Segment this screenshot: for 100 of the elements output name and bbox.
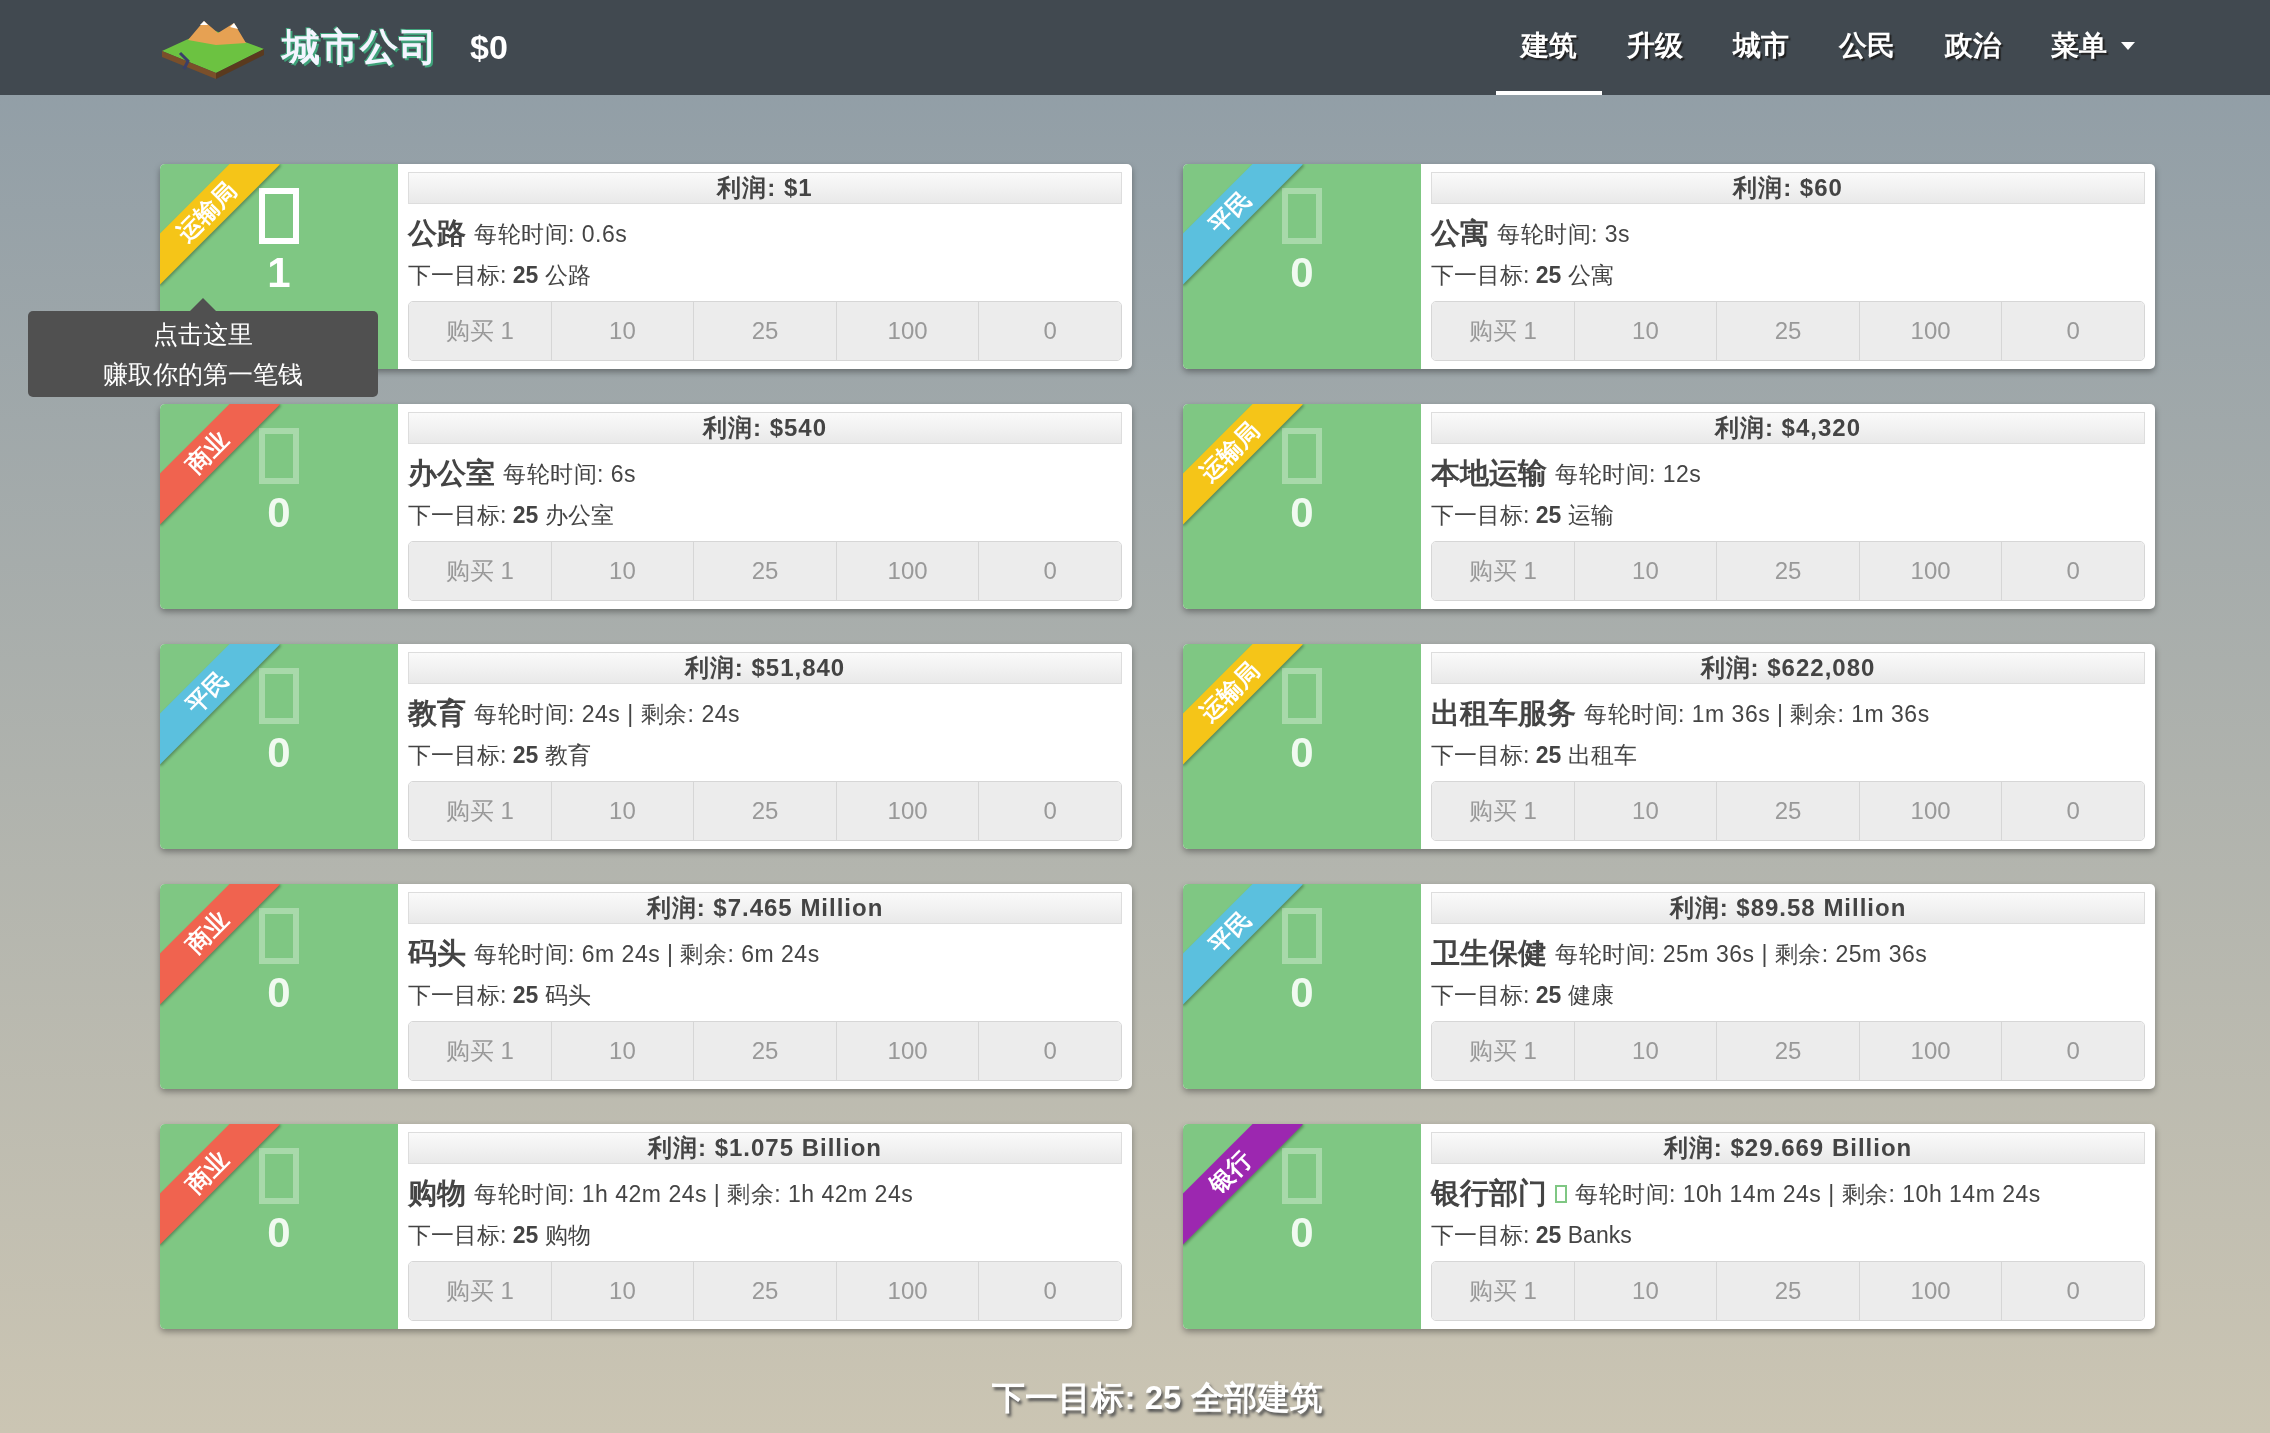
cycle-time: 每轮时间: 6s	[503, 459, 637, 489]
buy-button[interactable]: 购买 1	[409, 302, 551, 360]
cycle-time: 每轮时间: 1m 36s | 剩余: 1m 36s	[1584, 699, 1930, 729]
profit-bar: 利润: $1	[408, 172, 1122, 204]
logo-title: 城市公司	[282, 25, 438, 70]
buy-button[interactable]: 10	[550, 1022, 694, 1080]
cycle-time: 每轮时间: 0.6s	[474, 219, 628, 249]
building-tile[interactable]: 0 平民	[1183, 884, 1421, 1089]
building-tile[interactable]: 0 商业	[160, 1124, 398, 1329]
building-tile[interactable]: 0 运输局	[1183, 644, 1421, 849]
profit-bar: 利润: $622,080	[1431, 652, 2145, 684]
buy-button[interactable]: 10	[1573, 1022, 1717, 1080]
buy-button[interactable]: 25	[1716, 542, 1859, 600]
building-name: 银行部门	[1431, 1176, 1547, 1211]
buy-button[interactable]: 25	[693, 1022, 836, 1080]
next-target: 下一目标: 25 购物	[408, 1220, 592, 1250]
building-name: 卫生保健	[1431, 936, 1547, 971]
buy-button[interactable]: 100	[835, 542, 979, 600]
buy-button[interactable]: 0	[2001, 542, 2144, 600]
next-goal-text: 下一目标: 25 全部建筑	[991, 1378, 1324, 1418]
next-target: 下一目标: 25 码头	[408, 980, 592, 1010]
nav-tab[interactable]: 城市	[1708, 0, 1814, 95]
building-tile[interactable]: 0 商业	[160, 884, 398, 1089]
buy-button[interactable]: 100	[1858, 542, 2002, 600]
building-tile[interactable]: 0 银行	[1183, 1124, 1421, 1329]
nav-tab[interactable]: 政治	[1920, 0, 2026, 95]
buy-button[interactable]: 购买 1	[409, 1262, 551, 1320]
buy-button[interactable]: 100	[1858, 782, 2002, 840]
cycle-time: 每轮时间: 3s	[1497, 219, 1631, 249]
cycle-time: 每轮时间: 1h 42m 24s | 剩余: 1h 42m 24s	[474, 1179, 914, 1209]
cycle-time: 每轮时间: 6m 24s | 剩余: 6m 24s	[474, 939, 820, 969]
buy-button[interactable]: 10	[550, 302, 694, 360]
buy-button[interactable]: 10	[550, 1262, 694, 1320]
buy-button[interactable]: 100	[1858, 302, 2002, 360]
profit-bar: 利润: $60	[1431, 172, 2145, 204]
next-target: 下一目标: 25 公寓	[1431, 260, 1615, 290]
buy-button[interactable]: 购买 1	[1432, 542, 1574, 600]
buy-button[interactable]: 0	[2001, 302, 2144, 360]
next-target: 下一目标: 25 公路	[408, 260, 592, 290]
next-target: 下一目标: 25 出租车	[1431, 740, 1638, 770]
buy-button[interactable]: 0	[978, 782, 1121, 840]
buy-button[interactable]: 购买 1	[409, 782, 551, 840]
building-tile[interactable]: 0 平民	[1183, 164, 1421, 369]
next-target: 下一目标: 25 Banks	[1431, 1220, 1633, 1250]
buy-button[interactable]: 25	[693, 302, 836, 360]
buy-button[interactable]: 25	[693, 1262, 836, 1320]
buy-button[interactable]: 25	[1716, 302, 1859, 360]
building-tile[interactable]: 0 平民	[160, 644, 398, 849]
buy-button[interactable]: 25	[1716, 1022, 1859, 1080]
buy-button[interactable]: 10	[550, 782, 694, 840]
buy-button[interactable]: 0	[978, 1022, 1121, 1080]
menu-dropdown[interactable]: 菜单	[2026, 0, 2160, 95]
buy-button[interactable]: 10	[1573, 302, 1717, 360]
buy-button[interactable]: 0	[2001, 1262, 2144, 1320]
buy-button[interactable]: 购买 1	[1432, 782, 1574, 840]
profit-bar: 利润: $1.075 Billion	[408, 1132, 1122, 1164]
buy-button[interactable]: 购买 1	[1432, 302, 1574, 360]
buy-button[interactable]: 100	[835, 1022, 979, 1080]
next-target: 下一目标: 25 办公室	[408, 500, 615, 530]
building-name: 购物	[408, 1176, 466, 1211]
nav-tab[interactable]: 公民	[1814, 0, 1920, 95]
building-name: 码头	[408, 936, 466, 971]
buy-button[interactable]: 0	[978, 542, 1121, 600]
buy-button[interactable]: 10	[550, 542, 694, 600]
cycle-time: 每轮时间: 25m 36s | 剩余: 25m 36s	[1555, 939, 1928, 969]
buy-button[interactable]: 100	[835, 302, 979, 360]
money-balance: $0	[470, 27, 508, 68]
cycle-time: 每轮时间: 12s	[1555, 459, 1702, 489]
buy-button[interactable]: 购买 1	[1432, 1022, 1574, 1080]
buy-button[interactable]: 购买 1	[1432, 1262, 1574, 1320]
building-tile[interactable]: 0 商业	[160, 404, 398, 609]
profit-bar: 利润: $29.669 Billion	[1431, 1132, 2145, 1164]
buy-button[interactable]: 10	[1573, 542, 1717, 600]
buy-button[interactable]: 25	[693, 782, 836, 840]
buy-button[interactable]: 25	[693, 542, 836, 600]
buy-button[interactable]: 0	[978, 1262, 1121, 1320]
buy-button[interactable]: 10	[1573, 782, 1717, 840]
buy-button[interactable]: 25	[1716, 782, 1859, 840]
buy-button[interactable]: 25	[1716, 1262, 1859, 1320]
next-target: 下一目标: 25 教育	[408, 740, 592, 770]
buy-button[interactable]: 购买 1	[409, 542, 551, 600]
buy-button[interactable]: 100	[1858, 1022, 2002, 1080]
buy-button[interactable]: 0	[2001, 1022, 2144, 1080]
buy-button[interactable]: 0	[2001, 782, 2144, 840]
buy-button[interactable]: 0	[978, 302, 1121, 360]
profit-bar: 利润: $51,840	[408, 652, 1122, 684]
building-name: 办公室	[408, 456, 495, 491]
nav-tab[interactable]: 建筑	[1496, 0, 1602, 95]
buy-button[interactable]: 100	[835, 782, 979, 840]
buy-button[interactable]: 100	[1858, 1262, 2002, 1320]
nav-tab[interactable]: 升级	[1602, 0, 1708, 95]
building-name: 公寓	[1431, 216, 1489, 251]
building-name: 出租车服务	[1431, 696, 1576, 731]
next-target: 下一目标: 25 健康	[1431, 980, 1615, 1010]
building-tile[interactable]: 0 运输局	[1183, 404, 1421, 609]
building-name: 本地运输	[1431, 456, 1547, 491]
buy-button[interactable]: 100	[835, 1262, 979, 1320]
buy-button[interactable]: 10	[1573, 1262, 1717, 1320]
buy-button[interactable]: 购买 1	[409, 1022, 551, 1080]
profit-bar: 利润: $540	[408, 412, 1122, 444]
